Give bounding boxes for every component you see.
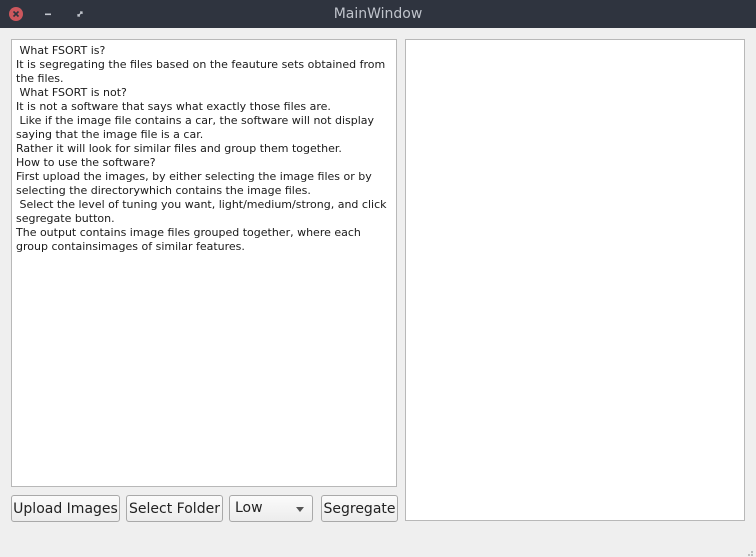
select-folder-button[interactable]: Select Folder	[126, 495, 223, 522]
info-line: Rather it will look for similar files an…	[16, 142, 342, 155]
info-line: Like if the image file contains a car, t…	[16, 114, 378, 141]
info-line: How to use the software?	[16, 156, 156, 169]
segregate-button[interactable]: Segregate	[321, 495, 398, 522]
main-window: MainWindow What FSORT is? It is segregat…	[0, 0, 756, 557]
resize-grip-icon[interactable]	[744, 545, 754, 556]
info-line: It is not a software that says what exac…	[16, 100, 331, 113]
level-select[interactable]: Low	[229, 495, 313, 522]
maximize-icon[interactable]	[73, 7, 87, 21]
chevron-down-icon	[296, 507, 304, 512]
results-panel[interactable]	[405, 39, 745, 521]
window-title: MainWindow	[333, 6, 423, 22]
level-select-value: Low	[235, 500, 263, 516]
info-text-area[interactable]: What FSORT is? It is segregating the fil…	[11, 39, 397, 487]
info-line: It is segregating the files based on the…	[16, 58, 389, 85]
info-line: First upload the images, by either selec…	[16, 170, 376, 197]
close-icon[interactable]	[9, 7, 23, 21]
info-line: Select the level of tuning you want, lig…	[16, 198, 390, 225]
info-line: What FSORT is not?	[16, 86, 127, 99]
upload-images-button[interactable]: Upload Images	[11, 495, 120, 522]
info-line: The output contains image files grouped …	[16, 226, 365, 253]
title-bar: MainWindow	[0, 0, 756, 28]
info-line: What FSORT is?	[16, 44, 106, 57]
minimize-icon[interactable]	[41, 7, 55, 21]
